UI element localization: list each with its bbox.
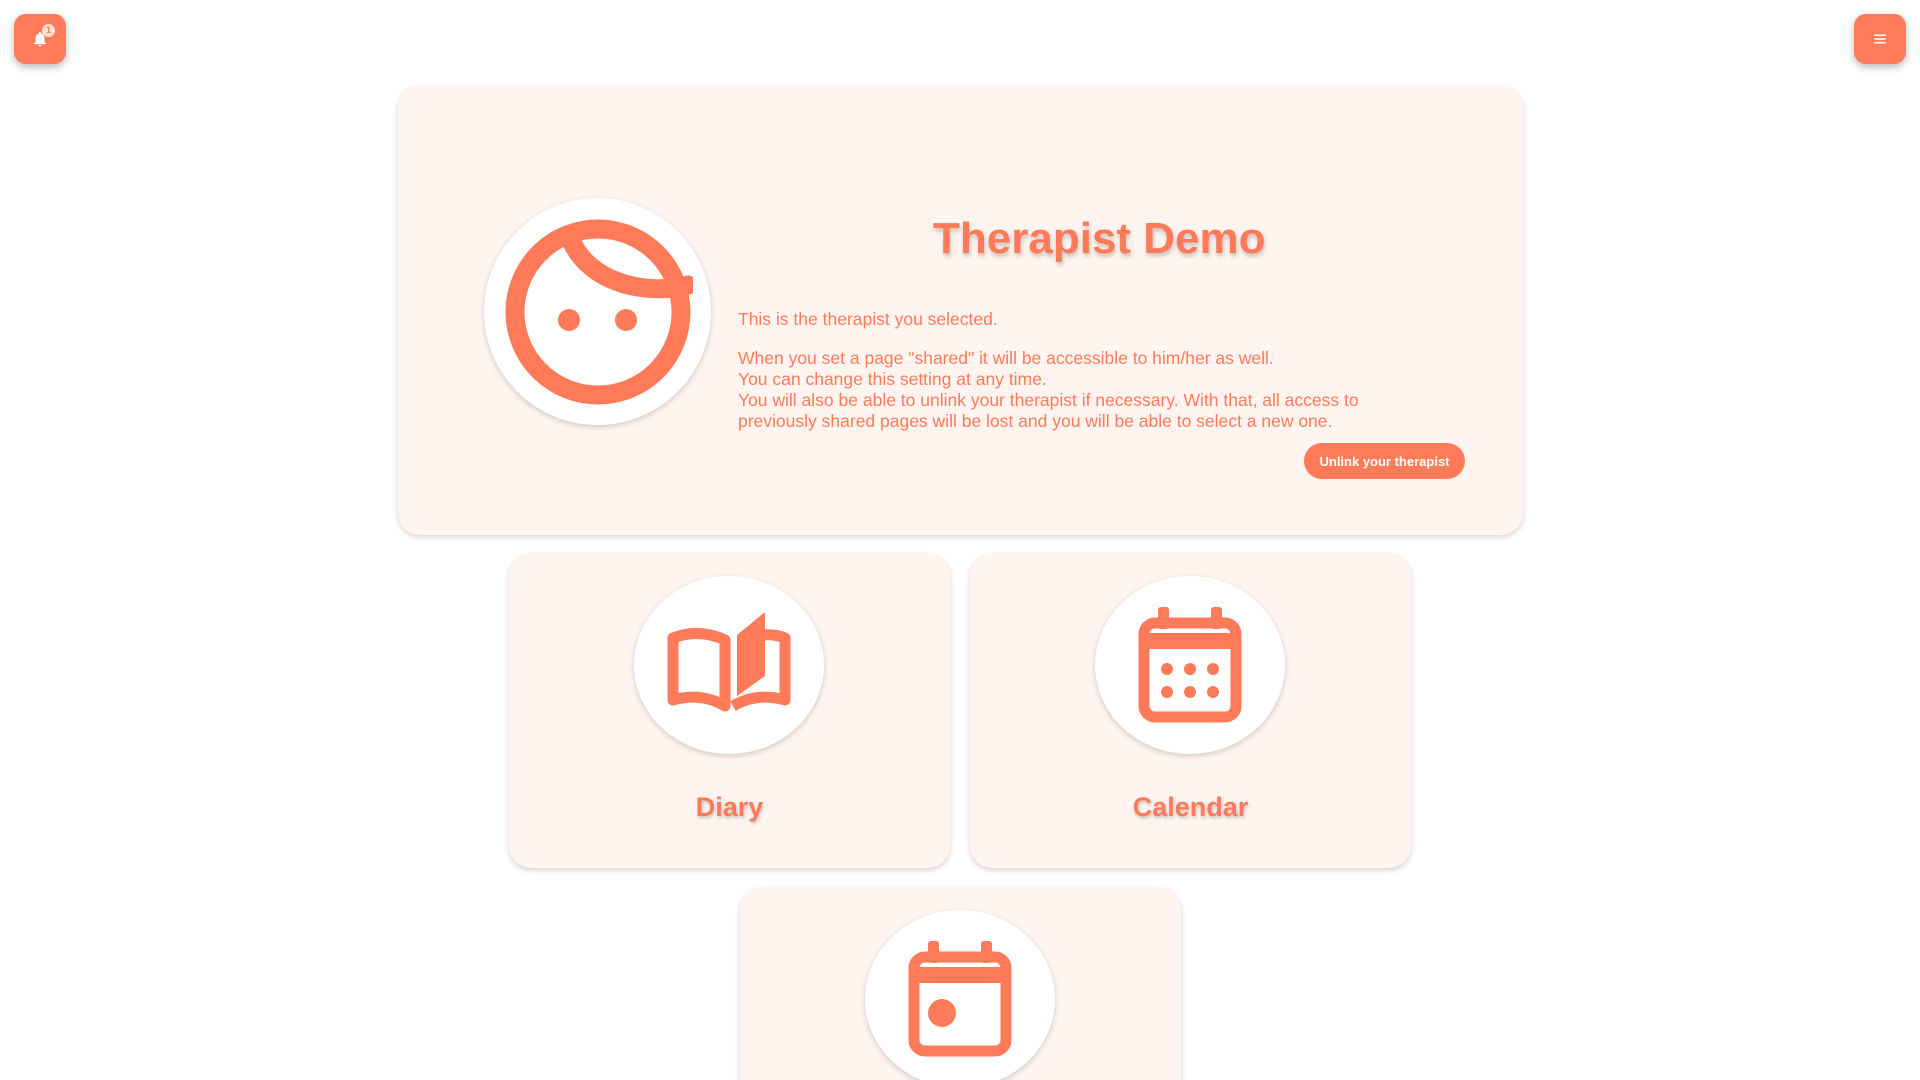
event-icon [908, 941, 1012, 1057]
description-line: You will also be able to unlink your the… [738, 390, 1359, 431]
therapist-description: This is the therapist you selected. When… [738, 309, 1438, 432]
description-line: When you set a page "shared" it will be … [738, 348, 1274, 368]
calendar-icon [1138, 607, 1242, 723]
calendar-icon-circle [1095, 576, 1285, 754]
unlink-therapist-button[interactable]: Unlink your therapist [1304, 443, 1465, 479]
therapist-name: Therapist Demo [933, 214, 1266, 263]
diary-label: Diary [695, 792, 764, 822]
event-icon-circle [865, 910, 1055, 1080]
description-line: You can change this setting at any time. [738, 369, 1047, 389]
face-icon [505, 219, 693, 404]
therapist-card: Therapist Demo This is the therapist you… [398, 86, 1523, 535]
event-tile[interactable] [740, 888, 1181, 1080]
hamburger-menu-icon [1874, 34, 1886, 44]
therapist-avatar [484, 198, 711, 425]
notification-count-badge: 1 [42, 24, 55, 37]
page: 1 Therapist Demo This is the therapist y… [0, 0, 1920, 1080]
description-line: This is the therapist you selected. [738, 309, 998, 329]
diary-icon-circle [634, 576, 824, 754]
notifications-button[interactable]: 1 [14, 14, 66, 64]
calendar-tile[interactable]: Calendar [970, 554, 1411, 868]
menu-button[interactable] [1854, 14, 1906, 64]
open-book-icon [667, 612, 791, 712]
calendar-label: Calendar [1132, 792, 1249, 822]
diary-tile[interactable]: Diary [509, 554, 950, 868]
